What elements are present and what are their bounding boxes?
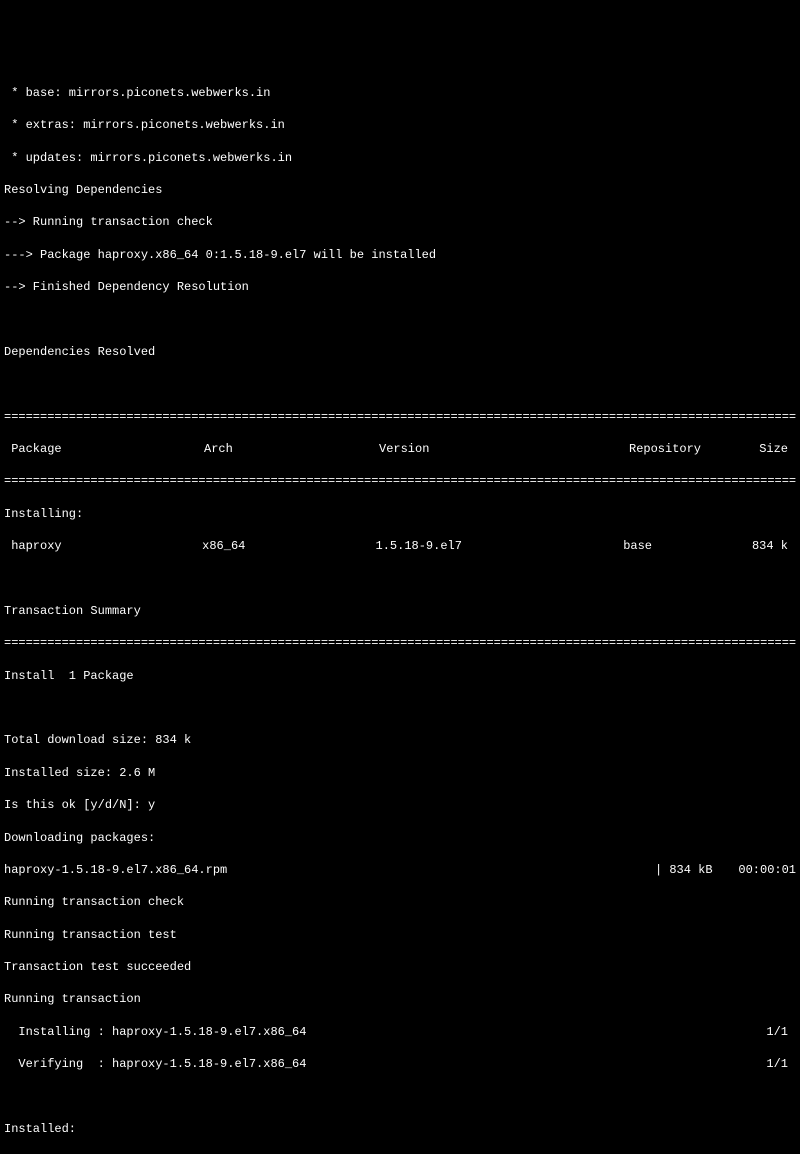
download-size: Total download size: 834 k bbox=[4, 732, 796, 748]
install-count: Install 1 Package bbox=[4, 668, 796, 684]
download-time: 00:00:01 bbox=[724, 862, 796, 878]
terminal-output: * base: mirrors.piconets.webwerks.in * e… bbox=[4, 69, 796, 1154]
table-header-row: Package Arch Version Repository Size bbox=[4, 441, 796, 457]
package-install-line: ---> Package haproxy.x86_64 0:1.5.18-9.e… bbox=[4, 247, 796, 263]
cell-arch: x86_64 bbox=[202, 538, 375, 554]
cell-size: 834 k bbox=[752, 538, 796, 554]
cell-version: 1.5.18-9.el7 bbox=[376, 538, 624, 554]
blank-line bbox=[4, 1089, 796, 1105]
mirror-extras: * extras: mirrors.piconets.webwerks.in bbox=[4, 117, 796, 133]
blank-line bbox=[4, 571, 796, 587]
action-verifying-label: Verifying : haproxy-1.5.18-9.el7.x86_64 bbox=[4, 1056, 764, 1072]
mirror-base: * base: mirrors.piconets.webwerks.in bbox=[4, 85, 796, 101]
running-check: --> Running transaction check bbox=[4, 214, 796, 230]
cell-package: haproxy bbox=[4, 538, 202, 554]
deps-resolved: Dependencies Resolved bbox=[4, 344, 796, 360]
action-installing-label: Installing : haproxy-1.5.18-9.el7.x86_64 bbox=[4, 1024, 764, 1040]
mirror-updates: * updates: mirrors.piconets.webwerks.in bbox=[4, 150, 796, 166]
table-row: haproxy x86_64 1.5.18-9.el7 base 834 k bbox=[4, 538, 796, 554]
finished-resolution: --> Finished Dependency Resolution bbox=[4, 279, 796, 295]
blank-line bbox=[4, 700, 796, 716]
blank-line bbox=[4, 376, 796, 392]
installed-package: haproxy.x86_64 0:1.5.18-9.el7 bbox=[4, 1153, 796, 1154]
trans-succeeded: Transaction test succeeded bbox=[4, 959, 796, 975]
transaction-summary: Transaction Summary bbox=[4, 603, 796, 619]
header-version: Version bbox=[379, 441, 629, 457]
header-repository: Repository bbox=[629, 441, 759, 457]
header-size: Size bbox=[759, 441, 796, 457]
action-verifying-count: 1/1 bbox=[764, 1056, 796, 1072]
installed-label: Installed: bbox=[4, 1121, 796, 1137]
trans-test: Running transaction test bbox=[4, 927, 796, 943]
action-verifying: Verifying : haproxy-1.5.18-9.el7.x86_64 … bbox=[4, 1056, 796, 1072]
separator: ========================================… bbox=[4, 635, 796, 651]
confirm-prompt[interactable]: Is this ok [y/d/N]: y bbox=[4, 797, 796, 813]
download-size: | 834 kB bbox=[655, 862, 724, 878]
download-filename: haproxy-1.5.18-9.el7.x86_64.rpm bbox=[4, 862, 655, 878]
header-package: Package bbox=[4, 441, 204, 457]
resolving-deps: Resolving Dependencies bbox=[4, 182, 796, 198]
blank-line bbox=[4, 312, 796, 328]
separator: ========================================… bbox=[4, 409, 796, 425]
installing-label: Installing: bbox=[4, 506, 796, 522]
cell-repo: base bbox=[623, 538, 752, 554]
separator: ========================================… bbox=[4, 473, 796, 489]
installed-size: Installed size: 2.6 M bbox=[4, 765, 796, 781]
action-installing: Installing : haproxy-1.5.18-9.el7.x86_64… bbox=[4, 1024, 796, 1040]
header-arch: Arch bbox=[204, 441, 379, 457]
action-installing-count: 1/1 bbox=[764, 1024, 796, 1040]
trans-check: Running transaction check bbox=[4, 894, 796, 910]
downloading-label: Downloading packages: bbox=[4, 830, 796, 846]
trans-running: Running transaction bbox=[4, 991, 796, 1007]
download-row: haproxy-1.5.18-9.el7.x86_64.rpm | 834 kB… bbox=[4, 862, 796, 878]
